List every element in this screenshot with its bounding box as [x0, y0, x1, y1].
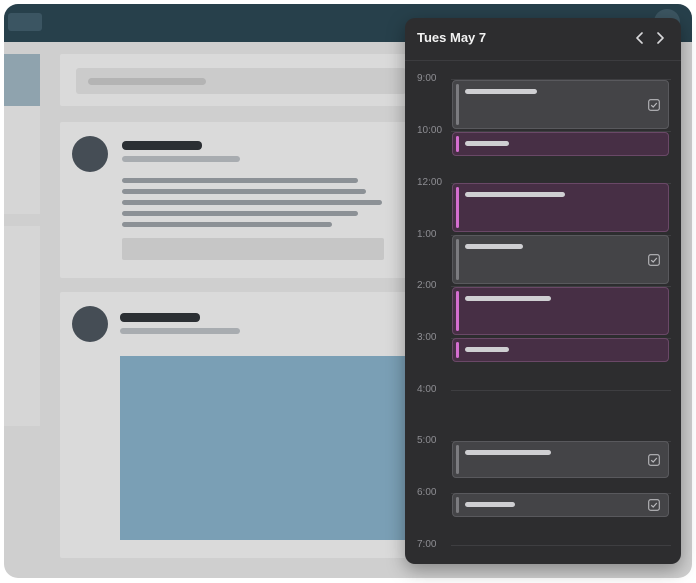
event-title-line	[465, 244, 523, 249]
hour-label: 7:00	[417, 539, 437, 550]
hour-label: 5:00	[417, 435, 437, 446]
calendar-event-task[interactable]	[452, 493, 669, 517]
calendar-header: Tues May 7	[405, 18, 681, 61]
post-text-line	[122, 211, 358, 216]
calendar-popover: Tues May 7 9:00 10:00 12:00 1:00 2:00 3:…	[405, 18, 681, 564]
hour-label: 4:00	[417, 384, 437, 395]
hour-label: 2:00	[417, 280, 437, 291]
menu-button[interactable]	[8, 13, 42, 31]
checkbox-checked-icon[interactable]	[648, 499, 660, 511]
hour-label: 12:00	[417, 177, 443, 188]
search-card	[60, 54, 420, 106]
event-accent	[456, 291, 459, 331]
calendar-event-task[interactable]	[452, 80, 669, 129]
post-author-line	[122, 141, 202, 150]
calendar-event-task[interactable]	[452, 441, 669, 478]
checkbox-checked-icon[interactable]	[648, 99, 660, 111]
hour-label: 10:00	[417, 125, 443, 136]
calendar-event-meeting[interactable]	[452, 287, 669, 335]
avatar[interactable]	[72, 136, 108, 172]
event-title-line	[465, 192, 565, 197]
event-title-line	[465, 347, 509, 352]
event-accent	[456, 84, 459, 125]
post-text-line	[122, 189, 366, 194]
checkbox-checked-icon[interactable]	[648, 254, 660, 266]
search-placeholder-line	[88, 78, 206, 85]
feed-post	[60, 292, 420, 558]
feed-post	[60, 122, 420, 278]
sidebar-panel-secondary	[4, 226, 40, 426]
hour-label: 6:00	[417, 487, 437, 498]
post-image[interactable]	[120, 356, 420, 540]
post-text-line	[122, 222, 332, 227]
post-author-line	[120, 313, 200, 322]
sidebar-panel	[4, 106, 40, 214]
chevron-left-icon[interactable]	[631, 28, 649, 48]
event-title-line	[465, 450, 551, 455]
event-title-line	[465, 296, 551, 301]
search-input[interactable]	[76, 68, 406, 94]
hour-gridline	[451, 390, 671, 391]
event-title-line	[465, 89, 537, 94]
post-meta-line	[122, 156, 240, 162]
event-accent	[456, 136, 459, 152]
event-accent	[456, 445, 459, 474]
post-meta-line	[120, 328, 240, 334]
calendar-date-title: Tues May 7	[417, 30, 487, 45]
calendar-event-task[interactable]	[452, 235, 669, 284]
event-accent	[456, 187, 459, 228]
sidebar-selected-item[interactable]	[4, 54, 40, 106]
hour-gridline	[451, 545, 671, 546]
post-text-line	[122, 200, 382, 205]
hour-label: 9:00	[417, 73, 437, 84]
event-title-line	[465, 502, 515, 507]
hour-label: 1:00	[417, 229, 437, 240]
calendar-event-meeting[interactable]	[452, 183, 669, 232]
checkbox-checked-icon[interactable]	[648, 454, 660, 466]
event-accent	[456, 342, 459, 358]
comment-box[interactable]	[122, 238, 384, 260]
calendar-event-meeting[interactable]	[452, 338, 669, 362]
event-accent	[456, 239, 459, 280]
event-title-line	[465, 141, 509, 146]
avatar[interactable]	[72, 306, 108, 342]
calendar-event-meeting[interactable]	[452, 132, 669, 156]
hour-label: 3:00	[417, 332, 437, 343]
event-accent	[456, 497, 459, 513]
chevron-right-icon[interactable]	[651, 28, 669, 48]
post-text-line	[122, 178, 358, 183]
